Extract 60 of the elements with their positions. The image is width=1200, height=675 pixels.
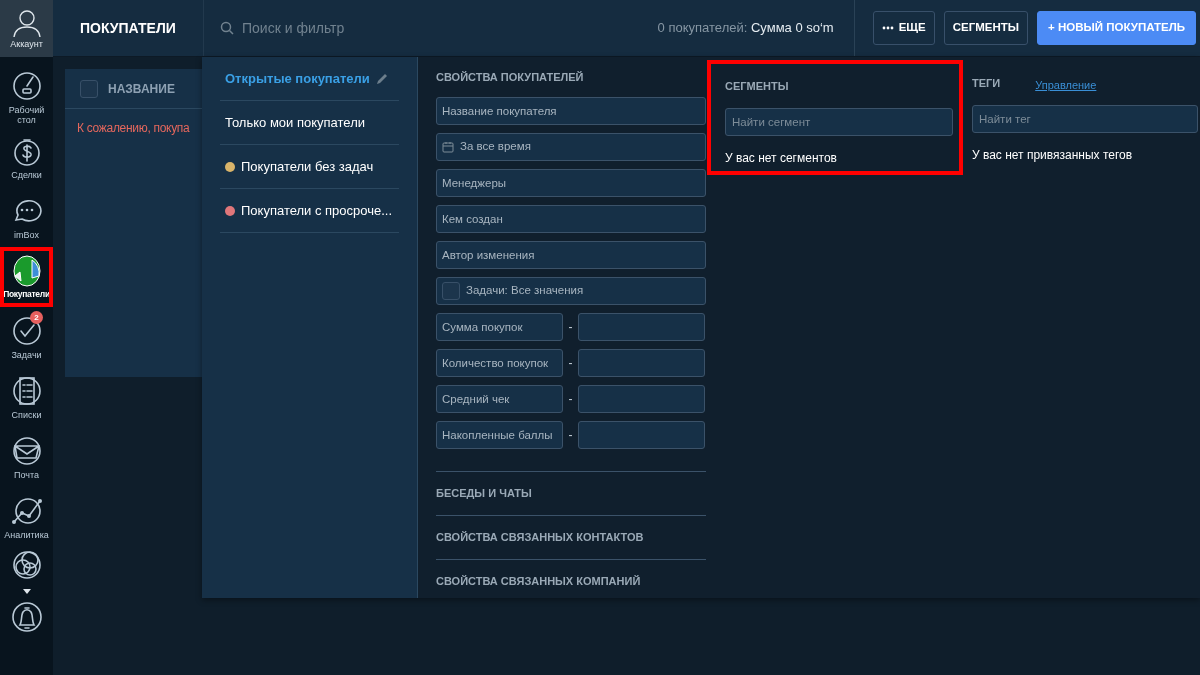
manage-link[interactable]: Управление <box>1035 76 1097 94</box>
preset-item[interactable]: Только мои покупатели <box>220 101 399 145</box>
caret-icon[interactable] <box>22 588 31 594</box>
range-to-field[interactable] <box>578 349 705 377</box>
checkbox-field[interactable]: Задачи: Все значения <box>436 277 706 305</box>
empty-message: К сожалению, покупа <box>76 120 191 137</box>
nav-item[interactable]: Списки <box>0 367 53 427</box>
range-to-field[interactable] <box>578 385 705 413</box>
text-field[interactable]: Автор изменения <box>436 241 706 269</box>
account-label: Аккаунт <box>10 37 43 51</box>
summary-text: 0 покупателей: Сумма 0 so‘m <box>657 19 835 38</box>
section-title: СВОЙСТВА ПОКУПАТЕЛЕЙ <box>436 70 585 85</box>
nav-item[interactable]: imBox <box>0 187 53 247</box>
search-field[interactable]: Поиск и фильтр <box>240 16 440 40</box>
section-link[interactable]: СВОЙСТВА СВЯЗАННЫХ КОМПАНИЙ <box>436 559 706 603</box>
dots-icon <box>881 26 894 30</box>
bell-icon <box>9 600 44 634</box>
text-field[interactable]: Название покупателя <box>436 97 706 125</box>
range-from-field[interactable]: Накопленные баллы <box>436 421 563 449</box>
nav-item[interactable]: Почта <box>0 427 53 487</box>
nav-item[interactable]: Задачи 2 <box>0 307 53 367</box>
date-field[interactable]: За все время <box>436 133 706 161</box>
preset-item[interactable]: Открытые покупатели <box>220 57 399 101</box>
range-from-field[interactable]: Средний чек <box>436 385 563 413</box>
nav-item[interactable]: Покупатели <box>0 247 53 307</box>
account-button[interactable]: Аккаунт <box>0 0 53 57</box>
empty-message: У вас нет сегментов <box>725 150 838 167</box>
tag-search-field[interactable]: Найти тег <box>972 105 1198 133</box>
section-title: СЕГМЕНТЫ <box>725 79 790 94</box>
range-from-field[interactable]: Количество покупок <box>436 349 563 377</box>
nav-item[interactable]: Сделки <box>0 127 53 187</box>
nav-item[interactable]: Рабочий стол <box>0 67 53 127</box>
preset-item[interactable]: Покупатели без задач <box>220 145 399 189</box>
range-to-field[interactable] <box>578 421 705 449</box>
section-title: ТЕГИ <box>972 76 1001 91</box>
page-title: ПОКУПАТЕЛИ <box>79 18 177 38</box>
calendar-icon <box>442 141 454 153</box>
checkbox[interactable] <box>442 282 460 300</box>
search-icon <box>220 21 234 35</box>
select-all-checkbox[interactable] <box>80 79 98 98</box>
user-silhouette-icon <box>11 7 42 38</box>
range-from-field[interactable]: Сумма покупок <box>436 313 563 341</box>
range-separator: - <box>567 355 574 372</box>
segment-search-field[interactable]: Найти сегмент <box>725 108 953 136</box>
range-separator: - <box>567 427 574 444</box>
nav-item[interactable]: Аналитика <box>0 487 53 547</box>
range-separator: - <box>567 391 574 408</box>
preset-item[interactable]: Покупатели с просроче... <box>220 189 399 233</box>
text-field[interactable]: Менеджеры <box>436 169 706 197</box>
range-to-field[interactable] <box>578 313 705 341</box>
text-field[interactable]: Кем создан <box>436 205 706 233</box>
column-header: НАЗВАНИЕ <box>108 80 175 98</box>
range-separator: - <box>567 319 574 336</box>
empty-message: У вас нет привязанных тегов <box>972 147 1134 164</box>
count-badge: 2 <box>30 311 43 324</box>
section-link[interactable]: СВОЙСТВА СВЯЗАННЫХ КОНТАКТОВ <box>436 515 706 559</box>
segments-button[interactable]: СЕГМЕНТЫ <box>943 11 1029 45</box>
section-link[interactable]: БЕСЕДЫ И ЧАТЫ <box>436 471 706 515</box>
more-button[interactable]: ЕЩЕ <box>872 11 935 45</box>
pencil-icon[interactable] <box>375 72 389 85</box>
